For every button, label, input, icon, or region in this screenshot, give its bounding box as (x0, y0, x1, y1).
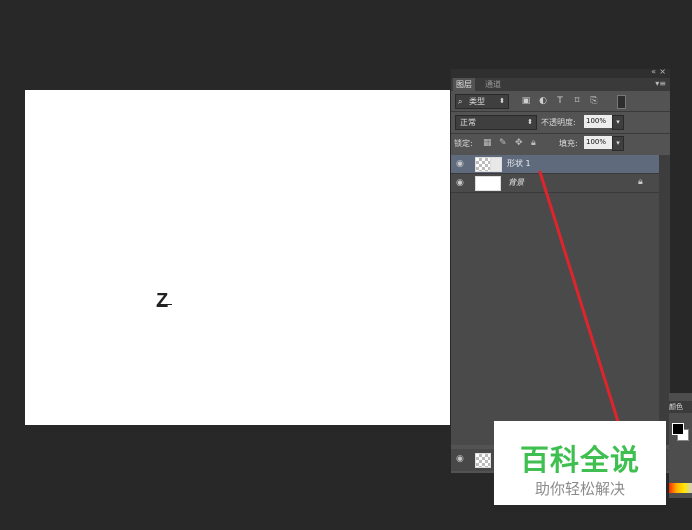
layer-row-background[interactable]: ◉ 背景 🔒︎ (451, 173, 659, 193)
blend-mode-select[interactable]: 正常 ⬍ (455, 115, 537, 130)
filter-type-icon[interactable]: T (555, 97, 565, 106)
layers-panel: « × 图层 通道 ▾≡ ⌕ 类型 ⬍ ▣ ◐ T ⌑ ⎘ 正常 ⬍ 不透明度:… (451, 67, 670, 473)
layer-name: 形状 1 (507, 159, 531, 168)
tab-layers[interactable]: 图层 (453, 78, 475, 91)
canvas-text: Z (156, 290, 169, 312)
color-panel: 颜色 (669, 393, 692, 498)
filter-shape-icon[interactable]: ⌑ (572, 97, 582, 106)
watermark-title: 百科全说 (519, 443, 640, 477)
filter-pixel-icon[interactable]: ▣ (521, 97, 531, 106)
layer-row-shape[interactable]: ◉ 形状 1 (451, 155, 659, 173)
canvas-text-stroke (157, 304, 172, 305)
visibility-eye-icon[interactable]: ◉ (456, 454, 464, 464)
lock-paint-icon[interactable]: ✎ (499, 138, 507, 148)
layer-thumbnail (475, 157, 491, 172)
document-canvas[interactable]: Z (25, 90, 450, 425)
vector-mask-thumbnail (490, 157, 502, 172)
opacity-label: 不透明度: (541, 118, 576, 127)
fill-dropdown-button[interactable]: ▾ (612, 136, 624, 151)
filter-toggle-switch[interactable] (617, 95, 626, 109)
lock-transparency-icon[interactable]: ▦ (483, 138, 492, 148)
select-arrows-icon: ⬍ (499, 97, 505, 105)
panel-tab-bar: 图层 通道 ▾≡ (451, 78, 670, 91)
layer-thumbnail (475, 176, 501, 191)
select-arrows-icon: ⬍ (527, 118, 533, 126)
lock-row: 锁定: ▦ ✎ ✥ 🔒︎ 填充: 100% ▾ (451, 134, 670, 154)
collapse-icon[interactable]: « (651, 67, 656, 76)
search-icon: ⌕ (458, 97, 463, 106)
filter-kind-label: 类型 (469, 97, 485, 106)
filter-kind-select[interactable]: ⌕ 类型 ⬍ (455, 94, 509, 109)
close-icon[interactable]: × (659, 67, 666, 76)
lock-all-icon[interactable]: 🔒︎ (531, 138, 536, 148)
lock-icon: 🔒︎ (638, 177, 643, 187)
watermark: 百科全说 助你轻松解决 (494, 421, 666, 505)
watermark-subtitle: 助你轻松解决 (534, 480, 625, 498)
tab-channels[interactable]: 通道 (482, 78, 504, 91)
foreground-color-swatch[interactable] (672, 423, 684, 435)
fill-input[interactable]: 100% (584, 136, 612, 149)
layer-filter-row: ⌕ 类型 ⬍ ▣ ◐ T ⌑ ⎘ (451, 91, 670, 111)
filter-adjustment-icon[interactable]: ◐ (538, 97, 548, 106)
blend-mode-label: 正常 (460, 118, 476, 127)
lock-label: 锁定: (454, 139, 473, 148)
opacity-dropdown-button[interactable]: ▾ (612, 115, 624, 130)
layer-name: 背景 (508, 178, 524, 187)
filter-smart-object-icon[interactable]: ⎘ (589, 97, 599, 106)
layer-thumbnail (475, 453, 491, 468)
blend-row: 正常 ⬍ 不透明度: 100% ▾ (451, 112, 670, 133)
panel-title-bar[interactable]: « × (451, 67, 670, 78)
layer-list: ◉ 形状 1 ◉ 背景 🔒︎ (451, 155, 659, 445)
visibility-eye-icon[interactable]: ◉ (456, 178, 464, 188)
color-ramp[interactable] (669, 483, 692, 493)
visibility-eye-icon[interactable]: ◉ (456, 159, 464, 169)
opacity-input[interactable]: 100% (584, 115, 612, 128)
fill-label: 填充: (559, 139, 578, 148)
lock-position-icon[interactable]: ✥ (515, 138, 523, 148)
tab-color[interactable]: 颜色 (669, 401, 692, 413)
panel-menu-icon[interactable]: ▾≡ (655, 79, 666, 88)
